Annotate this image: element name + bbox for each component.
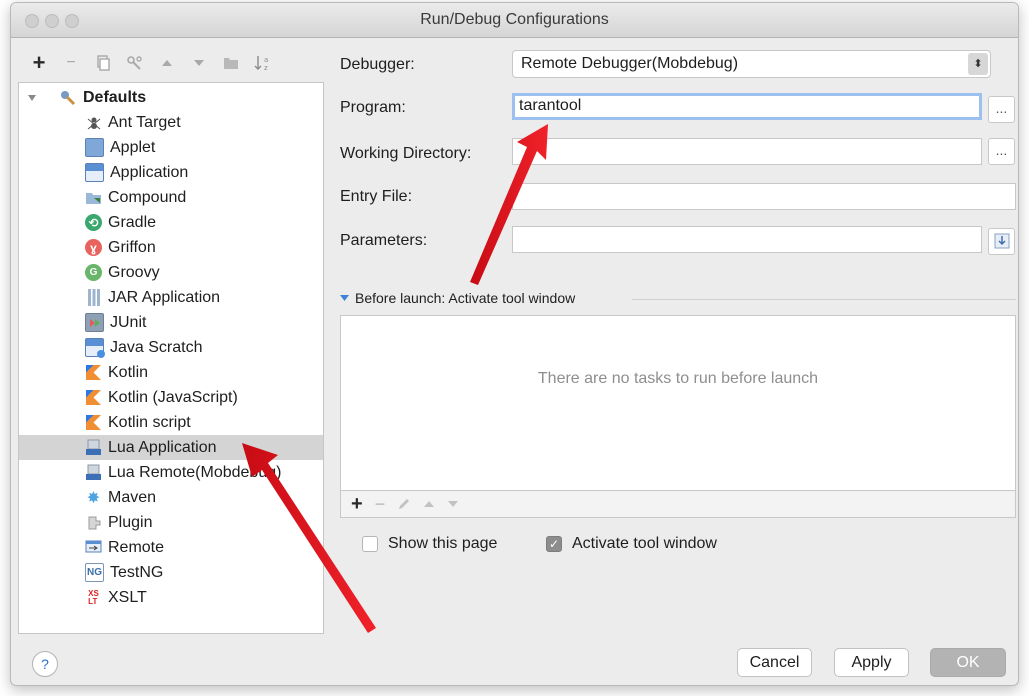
program-label: Program:	[340, 99, 406, 116]
tree-item-gradle[interactable]: ⟲ Gradle	[85, 210, 156, 235]
debugger-select[interactable]: Remote Debugger(Mobdebug) ⬍	[512, 50, 991, 78]
tree-item-remote[interactable]: Remote	[85, 535, 164, 560]
xslt-icon: XS LT	[85, 589, 102, 606]
gradle-icon: ⟲	[85, 214, 102, 231]
plus-icon[interactable]: +	[28, 50, 50, 75]
tree-item-kotlin-script[interactable]: Kotlin script	[85, 410, 191, 435]
lua-icon	[85, 464, 102, 481]
tree-item-griffon[interactable]: ɣ Griffon	[85, 235, 156, 260]
title-bar: Run/Debug Configurations	[11, 3, 1018, 38]
griffon-icon: ɣ	[85, 239, 102, 256]
ok-button[interactable]: OK	[930, 648, 1006, 677]
tree-root-defaults[interactable]: Defaults	[27, 86, 146, 110]
activate-window-checkbox[interactable]: ✓	[546, 536, 562, 552]
arrow-up-icon[interactable]	[156, 52, 178, 74]
before-launch-task-list[interactable]: There are no tasks to run before launch	[340, 315, 1016, 518]
help-button[interactable]: ?	[32, 651, 58, 677]
entry-file-label: Entry File:	[340, 188, 413, 205]
move-down-icon[interactable]	[447, 499, 459, 509]
tree-item-kotlin-javascript[interactable]: Kotlin (JavaScript)	[85, 385, 238, 410]
tree-item-xslt[interactable]: XS LT XSLT	[85, 585, 147, 610]
tree-item-junit[interactable]: JUnit	[85, 310, 146, 335]
remote-icon	[85, 539, 102, 556]
lua-icon	[85, 439, 102, 456]
tree-item-applet[interactable]: Applet	[85, 135, 155, 160]
parameters-label: Parameters:	[340, 232, 428, 249]
config-tree[interactable]: Defaults Ant Target Applet Application C…	[18, 82, 324, 634]
remove-task-button[interactable]: −	[375, 494, 386, 515]
collapse-arrow-icon	[340, 295, 349, 301]
move-up-icon[interactable]	[423, 499, 435, 509]
expand-arrow-icon[interactable]	[27, 93, 37, 103]
activate-window-option[interactable]: ✓ Activate tool window	[546, 535, 717, 553]
sort-icon[interactable]: az	[252, 52, 274, 74]
empty-tasks-message: There are no tasks to run before launch	[537, 370, 819, 387]
working-directory-browse-button[interactable]: ...	[988, 138, 1015, 165]
working-directory-input[interactable]	[512, 138, 982, 165]
tree-item-jar-application[interactable]: JAR Application	[85, 285, 220, 310]
tree-item-plugin[interactable]: Plugin	[85, 510, 152, 535]
pencil-icon[interactable]	[397, 497, 411, 511]
arrow-down-icon[interactable]	[188, 52, 210, 74]
applet-icon	[85, 138, 104, 157]
kotlin-icon	[85, 414, 102, 431]
tree-item-testng[interactable]: NG TestNG	[85, 560, 163, 585]
cancel-button[interactable]: Cancel	[737, 648, 812, 677]
tree-item-java-scratch[interactable]: Java Scratch	[85, 335, 202, 360]
svg-text:a: a	[264, 56, 268, 64]
show-page-label: Show this page	[388, 535, 498, 552]
tree-item-compound[interactable]: Compound	[85, 185, 186, 210]
apply-button[interactable]: Apply	[834, 648, 909, 677]
before-launch-header[interactable]: Before launch: Activate tool window	[340, 290, 575, 306]
tree-item-lua-application[interactable]: Lua Application	[19, 435, 323, 460]
chevron-updown-icon: ⬍	[968, 53, 988, 75]
program-browse-button[interactable]: ...	[988, 96, 1015, 123]
java-scratch-icon	[85, 338, 105, 358]
kotlin-icon	[85, 364, 102, 381]
folder-icon[interactable]	[220, 52, 242, 74]
entry-file-input[interactable]	[512, 183, 1016, 210]
tree-item-groovy[interactable]: G Groovy	[85, 260, 160, 285]
tasks-toolbar: + −	[340, 490, 1016, 518]
groovy-icon: G	[85, 264, 102, 281]
jar-icon	[85, 289, 102, 306]
expand-field-icon	[994, 233, 1009, 249]
debugger-label: Debugger:	[340, 56, 415, 73]
tree-item-kotlin[interactable]: Kotlin	[85, 360, 148, 385]
section-divider	[632, 299, 1016, 300]
tree-root-label: Defaults	[83, 89, 147, 106]
window-title: Run/Debug Configurations	[420, 11, 609, 28]
ant-icon	[85, 114, 102, 131]
copy-icon[interactable]	[92, 52, 114, 74]
minus-icon[interactable]: −	[60, 52, 82, 74]
tree-item-application[interactable]: Application	[85, 160, 188, 185]
plugin-icon	[85, 514, 102, 531]
svg-text:z: z	[264, 64, 268, 72]
config-toolbar: + − az	[28, 50, 274, 76]
working-directory-label: Working Directory:	[340, 145, 472, 162]
debugger-value: Remote Debugger(Mobdebug)	[521, 55, 739, 72]
tree-item-maven[interactable]: ✸ Maven	[85, 485, 156, 510]
program-input[interactable]: tarantool	[512, 93, 982, 120]
maven-icon: ✸	[86, 489, 101, 507]
tree-item-lua-remote[interactable]: Lua Remote(Mobdebug)	[85, 460, 281, 485]
testng-icon: NG	[85, 563, 104, 582]
application-icon	[85, 163, 104, 182]
tree-item-ant-target[interactable]: Ant Target	[85, 110, 181, 135]
show-page-checkbox[interactable]	[362, 536, 378, 552]
add-task-button[interactable]: +	[351, 493, 363, 516]
before-launch-title: Before launch: Activate tool window	[355, 290, 576, 306]
defaults-wrench-icon	[61, 91, 76, 106]
wrench-icon[interactable]	[124, 52, 146, 74]
kotlin-icon	[85, 389, 102, 406]
junit-icon	[85, 313, 104, 332]
parameters-expand-button[interactable]	[988, 228, 1015, 255]
activate-window-label: Activate tool window	[572, 535, 717, 552]
show-page-option[interactable]: Show this page	[362, 535, 497, 553]
compound-icon	[85, 189, 102, 206]
parameters-input[interactable]	[512, 226, 982, 253]
